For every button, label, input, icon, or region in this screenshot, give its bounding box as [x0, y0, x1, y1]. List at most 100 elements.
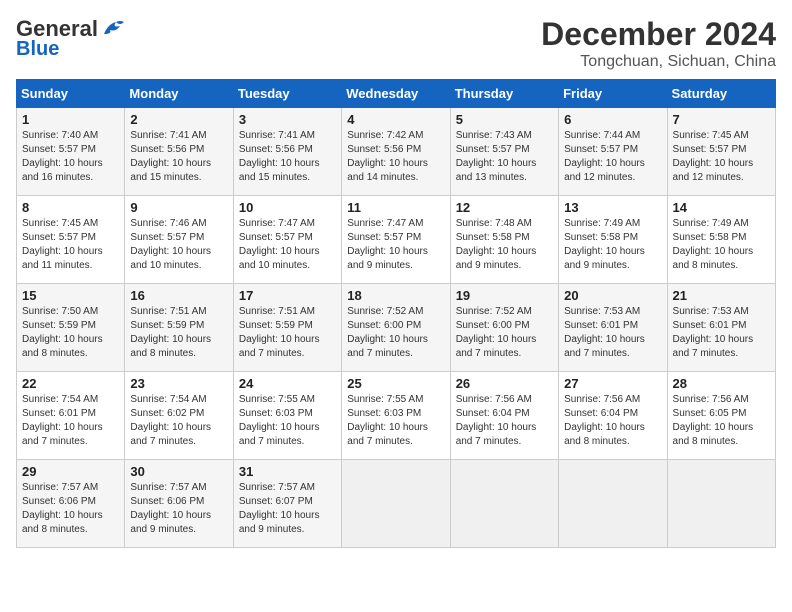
calendar-cell: 24 Sunrise: 7:55 AMSunset: 6:03 PMDaylig…	[233, 372, 341, 460]
calendar-cell: 19 Sunrise: 7:52 AMSunset: 6:00 PMDaylig…	[450, 284, 558, 372]
cell-info: Sunrise: 7:48 AMSunset: 5:58 PMDaylight:…	[456, 218, 537, 271]
calendar-cell: 4 Sunrise: 7:42 AMSunset: 5:56 PMDayligh…	[342, 108, 450, 196]
cell-info: Sunrise: 7:52 AMSunset: 6:00 PMDaylight:…	[347, 306, 428, 359]
day-number: 7	[673, 112, 770, 127]
weekday-header-friday: Friday	[559, 80, 667, 108]
day-number: 12	[456, 200, 553, 215]
day-number: 14	[673, 200, 770, 215]
day-number: 18	[347, 288, 444, 303]
calendar-cell: 8 Sunrise: 7:45 AMSunset: 5:57 PMDayligh…	[17, 196, 125, 284]
calendar-cell: 30 Sunrise: 7:57 AMSunset: 6:06 PMDaylig…	[125, 460, 233, 548]
day-number: 31	[239, 464, 336, 479]
month-title: December 2024	[541, 16, 776, 53]
calendar-cell: 5 Sunrise: 7:43 AMSunset: 5:57 PMDayligh…	[450, 108, 558, 196]
calendar-cell: 10 Sunrise: 7:47 AMSunset: 5:57 PMDaylig…	[233, 196, 341, 284]
cell-info: Sunrise: 7:41 AMSunset: 5:56 PMDaylight:…	[130, 130, 211, 183]
day-number: 10	[239, 200, 336, 215]
cell-info: Sunrise: 7:55 AMSunset: 6:03 PMDaylight:…	[347, 394, 428, 447]
day-number: 24	[239, 376, 336, 391]
cell-info: Sunrise: 7:51 AMSunset: 5:59 PMDaylight:…	[130, 306, 211, 359]
cell-info: Sunrise: 7:57 AMSunset: 6:07 PMDaylight:…	[239, 482, 320, 535]
cell-info: Sunrise: 7:57 AMSunset: 6:06 PMDaylight:…	[22, 482, 103, 535]
day-number: 27	[564, 376, 661, 391]
day-number: 26	[456, 376, 553, 391]
cell-info: Sunrise: 7:51 AMSunset: 5:59 PMDaylight:…	[239, 306, 320, 359]
cell-info: Sunrise: 7:41 AMSunset: 5:56 PMDaylight:…	[239, 130, 320, 183]
day-number: 6	[564, 112, 661, 127]
day-number: 9	[130, 200, 227, 215]
cell-info: Sunrise: 7:40 AMSunset: 5:57 PMDaylight:…	[22, 130, 103, 183]
week-row-3: 15 Sunrise: 7:50 AMSunset: 5:59 PMDaylig…	[17, 284, 776, 372]
calendar-cell: 25 Sunrise: 7:55 AMSunset: 6:03 PMDaylig…	[342, 372, 450, 460]
cell-info: Sunrise: 7:52 AMSunset: 6:00 PMDaylight:…	[456, 306, 537, 359]
day-number: 30	[130, 464, 227, 479]
day-number: 1	[22, 112, 119, 127]
week-row-2: 8 Sunrise: 7:45 AMSunset: 5:57 PMDayligh…	[17, 196, 776, 284]
calendar-cell: 21 Sunrise: 7:53 AMSunset: 6:01 PMDaylig…	[667, 284, 775, 372]
week-row-4: 22 Sunrise: 7:54 AMSunset: 6:01 PMDaylig…	[17, 372, 776, 460]
calendar-cell: 2 Sunrise: 7:41 AMSunset: 5:56 PMDayligh…	[125, 108, 233, 196]
cell-info: Sunrise: 7:53 AMSunset: 6:01 PMDaylight:…	[564, 306, 645, 359]
calendar-cell: 27 Sunrise: 7:56 AMSunset: 6:04 PMDaylig…	[559, 372, 667, 460]
day-number: 23	[130, 376, 227, 391]
weekday-header-monday: Monday	[125, 80, 233, 108]
weekday-header-saturday: Saturday	[667, 80, 775, 108]
day-number: 5	[456, 112, 553, 127]
calendar-cell: 31 Sunrise: 7:57 AMSunset: 6:07 PMDaylig…	[233, 460, 341, 548]
day-number: 3	[239, 112, 336, 127]
day-number: 15	[22, 288, 119, 303]
logo-bird-icon	[102, 20, 124, 38]
cell-info: Sunrise: 7:47 AMSunset: 5:57 PMDaylight:…	[239, 218, 320, 271]
calendar-cell: 15 Sunrise: 7:50 AMSunset: 5:59 PMDaylig…	[17, 284, 125, 372]
day-number: 19	[456, 288, 553, 303]
cell-info: Sunrise: 7:56 AMSunset: 6:04 PMDaylight:…	[456, 394, 537, 447]
day-number: 25	[347, 376, 444, 391]
cell-info: Sunrise: 7:56 AMSunset: 6:05 PMDaylight:…	[673, 394, 754, 447]
title-area: December 2024 Tongchuan, Sichuan, China	[541, 16, 776, 71]
calendar-cell: 12 Sunrise: 7:48 AMSunset: 5:58 PMDaylig…	[450, 196, 558, 284]
calendar-cell: 7 Sunrise: 7:45 AMSunset: 5:57 PMDayligh…	[667, 108, 775, 196]
weekday-header-row: SundayMondayTuesdayWednesdayThursdayFrid…	[17, 80, 776, 108]
calendar-cell: 17 Sunrise: 7:51 AMSunset: 5:59 PMDaylig…	[233, 284, 341, 372]
calendar-cell: 16 Sunrise: 7:51 AMSunset: 5:59 PMDaylig…	[125, 284, 233, 372]
day-number: 21	[673, 288, 770, 303]
day-number: 2	[130, 112, 227, 127]
cell-info: Sunrise: 7:44 AMSunset: 5:57 PMDaylight:…	[564, 130, 645, 183]
cell-info: Sunrise: 7:56 AMSunset: 6:04 PMDaylight:…	[564, 394, 645, 447]
day-number: 17	[239, 288, 336, 303]
calendar-cell: 11 Sunrise: 7:47 AMSunset: 5:57 PMDaylig…	[342, 196, 450, 284]
calendar-cell	[450, 460, 558, 548]
cell-info: Sunrise: 7:53 AMSunset: 6:01 PMDaylight:…	[673, 306, 754, 359]
calendar-cell: 3 Sunrise: 7:41 AMSunset: 5:56 PMDayligh…	[233, 108, 341, 196]
weekday-header-thursday: Thursday	[450, 80, 558, 108]
calendar-cell: 22 Sunrise: 7:54 AMSunset: 6:01 PMDaylig…	[17, 372, 125, 460]
cell-info: Sunrise: 7:45 AMSunset: 5:57 PMDaylight:…	[22, 218, 103, 271]
calendar-cell: 26 Sunrise: 7:56 AMSunset: 6:04 PMDaylig…	[450, 372, 558, 460]
weekday-header-wednesday: Wednesday	[342, 80, 450, 108]
calendar-cell: 28 Sunrise: 7:56 AMSunset: 6:05 PMDaylig…	[667, 372, 775, 460]
calendar-cell: 9 Sunrise: 7:46 AMSunset: 5:57 PMDayligh…	[125, 196, 233, 284]
day-number: 13	[564, 200, 661, 215]
calendar-cell: 14 Sunrise: 7:49 AMSunset: 5:58 PMDaylig…	[667, 196, 775, 284]
cell-info: Sunrise: 7:49 AMSunset: 5:58 PMDaylight:…	[564, 218, 645, 271]
calendar-cell	[342, 460, 450, 548]
calendar-cell: 20 Sunrise: 7:53 AMSunset: 6:01 PMDaylig…	[559, 284, 667, 372]
cell-info: Sunrise: 7:49 AMSunset: 5:58 PMDaylight:…	[673, 218, 754, 271]
day-number: 8	[22, 200, 119, 215]
calendar-cell	[667, 460, 775, 548]
calendar-cell: 29 Sunrise: 7:57 AMSunset: 6:06 PMDaylig…	[17, 460, 125, 548]
calendar-table: SundayMondayTuesdayWednesdayThursdayFrid…	[16, 79, 776, 548]
day-number: 22	[22, 376, 119, 391]
calendar-cell: 1 Sunrise: 7:40 AMSunset: 5:57 PMDayligh…	[17, 108, 125, 196]
cell-info: Sunrise: 7:54 AMSunset: 6:01 PMDaylight:…	[22, 394, 103, 447]
location-title: Tongchuan, Sichuan, China	[541, 53, 776, 71]
day-number: 11	[347, 200, 444, 215]
day-number: 28	[673, 376, 770, 391]
cell-info: Sunrise: 7:54 AMSunset: 6:02 PMDaylight:…	[130, 394, 211, 447]
cell-info: Sunrise: 7:43 AMSunset: 5:57 PMDaylight:…	[456, 130, 537, 183]
week-row-1: 1 Sunrise: 7:40 AMSunset: 5:57 PMDayligh…	[17, 108, 776, 196]
calendar-cell: 23 Sunrise: 7:54 AMSunset: 6:02 PMDaylig…	[125, 372, 233, 460]
cell-info: Sunrise: 7:57 AMSunset: 6:06 PMDaylight:…	[130, 482, 211, 535]
weekday-header-sunday: Sunday	[17, 80, 125, 108]
header: General Blue December 2024 Tongchuan, Si…	[16, 16, 776, 71]
